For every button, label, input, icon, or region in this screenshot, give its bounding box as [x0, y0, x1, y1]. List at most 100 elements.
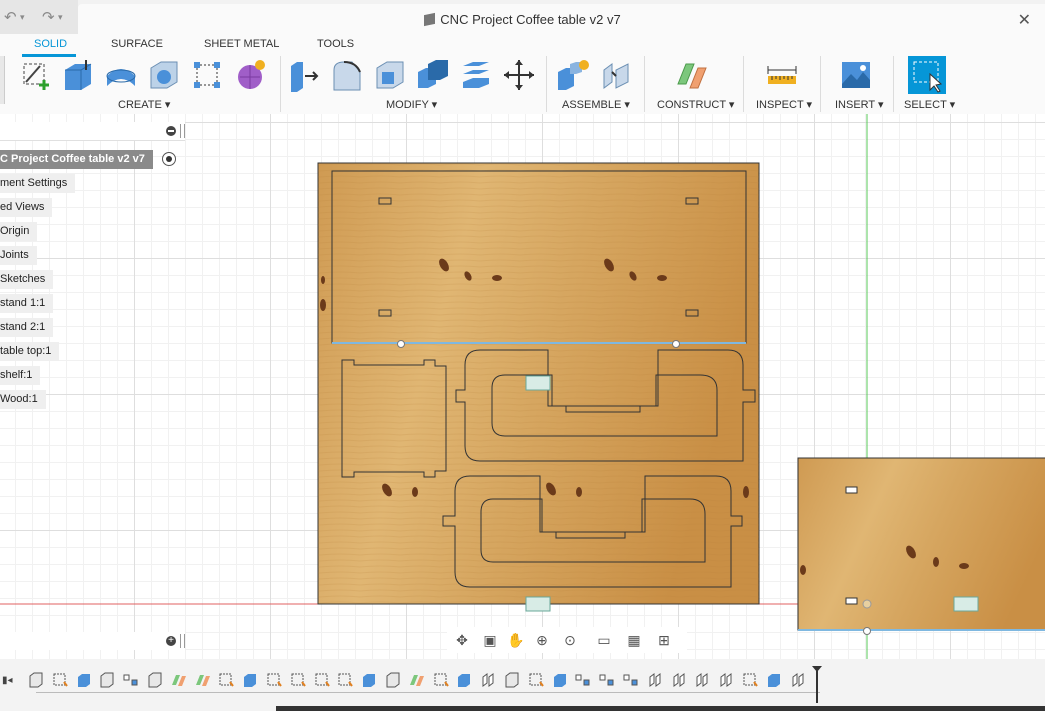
sketch-feature-icon[interactable] [52, 672, 68, 688]
browser-item-named-views[interactable]: ed Views [0, 198, 53, 217]
browser-root[interactable]: C Project Coffee table v2 v7 [0, 150, 153, 169]
design-canvas[interactable]: C Project Coffee table v2 v7 ment Settin… [0, 114, 1045, 659]
extrude-icon[interactable] [61, 58, 95, 92]
insert-image-icon[interactable] [839, 58, 873, 92]
offset-plane-icon[interactable] [676, 58, 710, 92]
joint-feature-icon[interactable] [718, 672, 734, 688]
pattern-icon[interactable] [190, 58, 224, 92]
sketch-feature-icon[interactable] [266, 672, 282, 688]
modify-menu[interactable]: MODIFY ▾ [386, 98, 437, 111]
joint-feature-icon[interactable] [790, 672, 806, 688]
tab-surface[interactable]: SURFACE [111, 38, 163, 50]
browser-item-sketches[interactable]: Sketches [0, 270, 54, 289]
extrude-feature-icon[interactable] [552, 672, 568, 688]
zoom-icon[interactable]: ⊕ [531, 632, 553, 648]
sketch-feature-icon[interactable] [290, 672, 306, 688]
sketch-feature-icon[interactable] [337, 672, 354, 688]
measure-icon[interactable] [765, 58, 799, 92]
viewports-icon[interactable]: ⊞ [653, 632, 675, 648]
form-icon[interactable] [233, 58, 267, 92]
pan-icon[interactable]: ✋ [505, 632, 527, 648]
browser-item-stand-2[interactable]: stand 2:1 [0, 318, 54, 337]
origin-point[interactable] [862, 599, 872, 609]
move-icon[interactable] [502, 58, 536, 92]
tab-tools[interactable]: TOOLS [317, 38, 354, 50]
body-feature-icon[interactable] [504, 672, 520, 688]
fit-icon[interactable]: ⊙ [559, 632, 581, 648]
browser-item-table-top[interactable]: table top:1 [0, 342, 60, 361]
sketch-feature-icon[interactable] [433, 672, 449, 688]
joint-feature-icon[interactable] [647, 672, 663, 688]
pattern-feature-icon[interactable] [575, 672, 591, 688]
taskbar-edge [276, 706, 1045, 711]
sketch-feature-icon[interactable] [314, 672, 330, 688]
panel-grip-icon[interactable] [180, 124, 185, 138]
fillet-icon[interactable] [330, 58, 364, 92]
construct-menu[interactable]: CONSTRUCT ▾ [657, 98, 734, 111]
browser-item-wood[interactable]: Wood:1 [0, 390, 46, 409]
pattern-feature-icon[interactable] [123, 672, 139, 688]
close-tab-button[interactable]: ✕ [1018, 10, 1031, 30]
extrude-feature-icon[interactable] [76, 672, 92, 688]
tab-sheet-metal[interactable]: SHEET METAL [204, 38, 279, 50]
joint-feature-icon[interactable] [694, 672, 710, 688]
assemble-menu[interactable]: ASSEMBLE ▾ [562, 98, 630, 111]
create-menu[interactable]: CREATE ▾ [118, 98, 170, 111]
timeline-start-icon[interactable]: ▮◂ [2, 675, 13, 686]
select-menu[interactable]: SELECT ▾ [904, 98, 955, 111]
body-feature-icon[interactable] [147, 672, 163, 688]
display-settings-icon[interactable]: ▭ [593, 632, 615, 648]
shell-icon[interactable] [373, 58, 407, 92]
body-feature-icon[interactable] [28, 672, 44, 688]
plane-feature-icon[interactable] [409, 672, 425, 688]
select-icon[interactable] [908, 56, 946, 94]
activate-radio-icon[interactable] [162, 152, 176, 166]
press-pull-icon[interactable] [287, 58, 321, 92]
look-at-icon[interactable]: ▣ [479, 632, 501, 648]
body-feature-icon[interactable] [99, 672, 115, 688]
pattern-feature-icon[interactable] [623, 672, 639, 688]
insert-menu[interactable]: INSERT ▾ [835, 98, 884, 111]
joint-icon[interactable] [525, 375, 551, 391]
table-top-body[interactable] [797, 457, 1045, 631]
point-marker[interactable] [397, 340, 405, 348]
collapse-browser-icon[interactable] [166, 126, 176, 136]
orbit-icon[interactable]: ✥ [451, 632, 473, 648]
expand-comments-icon[interactable]: + [166, 636, 176, 646]
browser-item-joints[interactable]: Joints [0, 246, 37, 265]
combine-icon[interactable] [416, 58, 450, 92]
plane-feature-icon[interactable] [195, 672, 211, 688]
split-body-icon[interactable] [459, 58, 493, 92]
plane-feature-icon[interactable] [171, 672, 187, 688]
extrude-feature-icon[interactable] [456, 672, 472, 688]
extrude-feature-icon[interactable] [242, 672, 258, 688]
pattern-feature-icon[interactable] [599, 672, 615, 688]
hole-icon[interactable] [147, 58, 181, 92]
extrude-feature-icon[interactable] [766, 672, 782, 688]
grid-icon[interactable]: ▦ [623, 632, 645, 648]
body-feature-icon[interactable] [385, 672, 401, 688]
sketch-feature-icon[interactable] [742, 672, 758, 688]
create-sketch-icon[interactable] [20, 58, 54, 92]
tab-solid[interactable]: SOLID [34, 38, 67, 50]
browser-item-stand-1[interactable]: stand 1:1 [0, 294, 54, 313]
point-marker[interactable] [863, 627, 871, 635]
joint-icon[interactable] [600, 58, 634, 92]
joint-icon[interactable] [953, 596, 979, 612]
sketch-feature-icon[interactable] [528, 672, 544, 688]
revolve-icon[interactable] [104, 58, 138, 92]
browser-item-settings[interactable]: ment Settings [0, 174, 76, 193]
browser-item-origin[interactable]: Origin [0, 222, 38, 241]
joint-icon[interactable] [525, 596, 551, 612]
inspect-menu[interactable]: INSPECT ▾ [756, 98, 812, 111]
active-tab-underline [22, 54, 76, 57]
browser-item-shelf[interactable]: shelf:1 [0, 366, 41, 385]
sketch-feature-icon[interactable] [218, 672, 235, 688]
new-component-icon[interactable] [556, 58, 590, 92]
joint-feature-icon[interactable] [480, 672, 496, 688]
point-marker[interactable] [672, 340, 680, 348]
timeline-marker[interactable] [812, 666, 822, 706]
panel-grip-icon[interactable] [180, 634, 185, 648]
joint-feature-icon[interactable] [671, 672, 687, 688]
extrude-feature-icon[interactable] [361, 672, 377, 688]
